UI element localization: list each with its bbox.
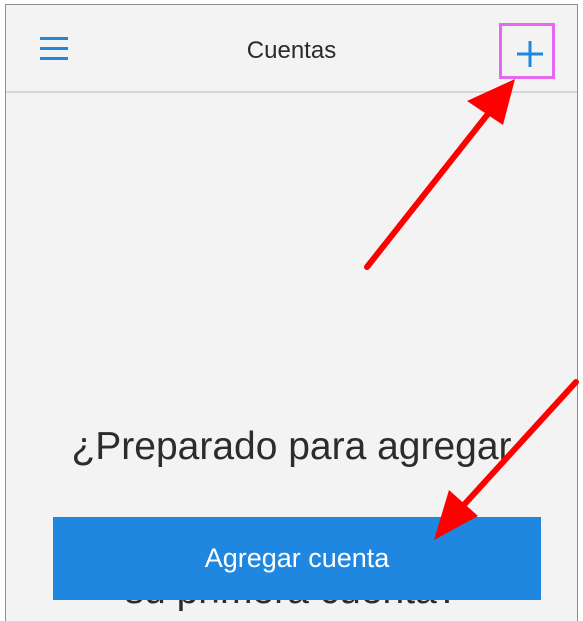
app-window: Cuentas ¿Preparado para agregar su prime… — [5, 4, 578, 621]
app-header: Cuentas — [6, 5, 577, 93]
page-title: Cuentas — [246, 37, 337, 64]
add-account-icon-button[interactable] — [499, 23, 555, 79]
plus-icon — [517, 41, 543, 67]
empty-state: ¿Preparado para agregar su primera cuent… — [6, 93, 577, 621]
add-account-button[interactable]: Agregar cuenta — [53, 517, 541, 600]
empty-state-line-1: ¿Preparado para agregar — [71, 425, 512, 468]
